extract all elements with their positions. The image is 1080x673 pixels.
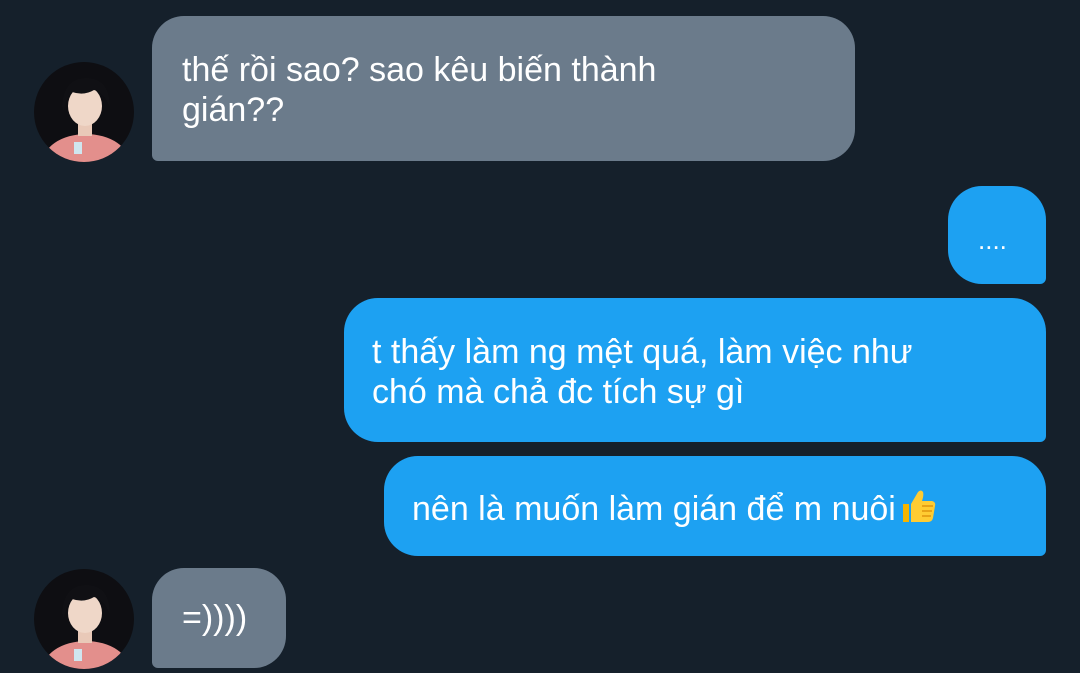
message-text: thế rồi sao? sao kêu biến thành gián?? xyxy=(182,51,657,129)
message-text: .... xyxy=(978,225,1007,255)
contact-avatar[interactable] xyxy=(34,62,134,162)
thumbs-up-icon xyxy=(898,486,938,535)
contact-avatar[interactable] xyxy=(34,569,134,669)
message-text: =)))) xyxy=(182,599,248,637)
message-bubble-outgoing[interactable]: .... xyxy=(948,186,1046,284)
message-text: nên là muốn làm gián để m nuôi xyxy=(412,490,896,528)
message-bubble-outgoing[interactable]: nên là muốn làm gián để m nuôi xyxy=(384,456,1046,556)
avatar-photo xyxy=(34,62,134,162)
avatar-photo xyxy=(34,569,134,669)
message-bubble-outgoing[interactable]: t thấy làm ng mệt quá, làm việc như chó … xyxy=(344,298,1046,442)
message-text: t thấy làm ng mệt quá, làm việc như chó … xyxy=(372,333,913,411)
message-bubble-incoming[interactable]: =)))) xyxy=(152,568,286,668)
message-bubble-incoming[interactable]: thế rồi sao? sao kêu biến thành gián?? xyxy=(152,16,855,161)
